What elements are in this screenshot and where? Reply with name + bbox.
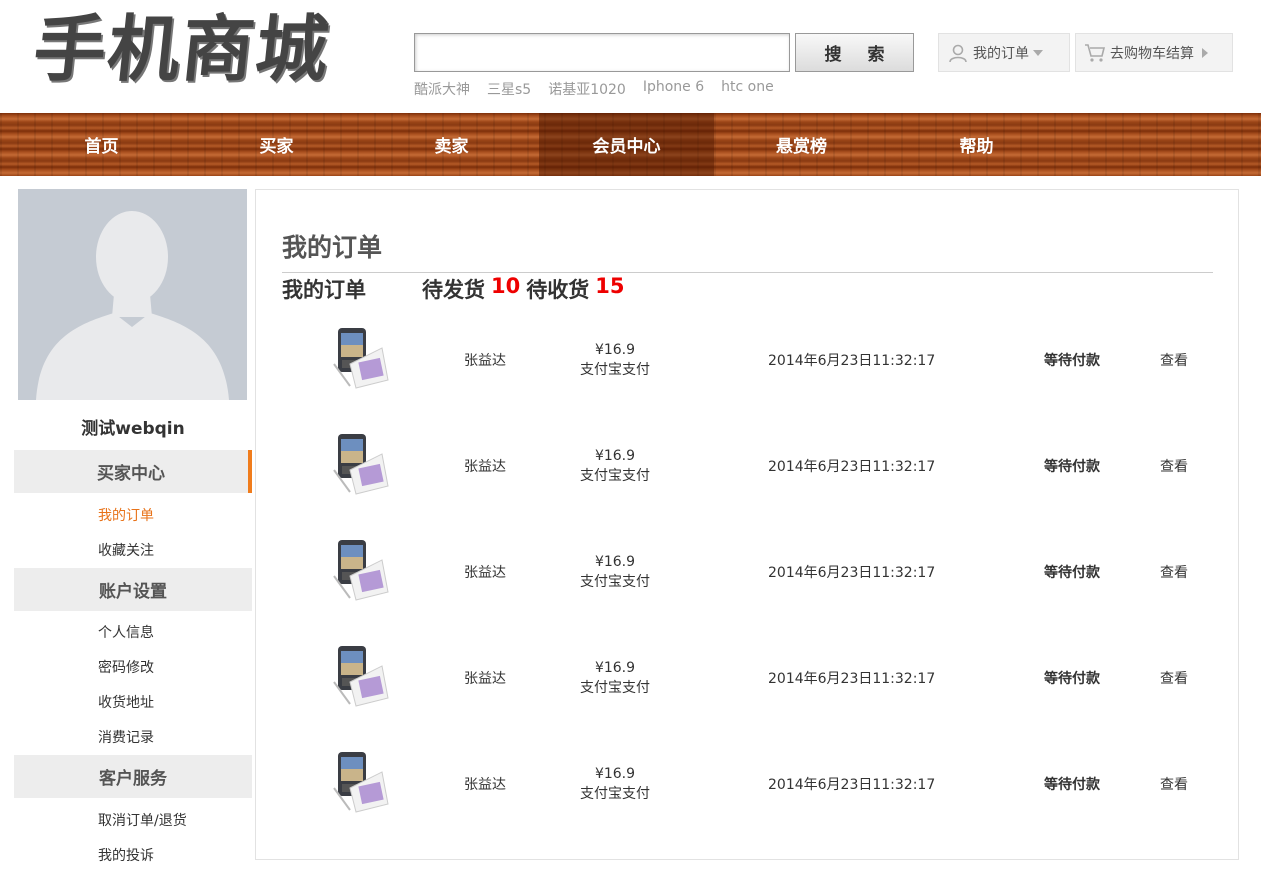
- order-row: 张益达 ¥16.9 支付宝支付 2014年6月23日11:32:17 等待付款 …: [282, 646, 1213, 726]
- view-order-link[interactable]: 查看: [1160, 774, 1188, 794]
- sidebar-section-buyer-center[interactable]: 买家中心: [14, 450, 252, 493]
- product-thumbnail[interactable]: [330, 644, 392, 708]
- nav-seller[interactable]: 卖家: [364, 113, 539, 176]
- user-icon: [947, 42, 969, 64]
- order-amount: ¥16.9: [594, 342, 636, 358]
- order-row: 张益达 ¥16.9 支付宝支付 2014年6月23日11:32:17 等待付款 …: [282, 540, 1213, 620]
- order-row: 张益达 ¥16.9 支付宝支付 2014年6月23日11:32:17 等待付款 …: [282, 434, 1213, 514]
- order-amount: ¥16.9: [594, 660, 636, 676]
- my-orders-button[interactable]: 我的订单: [938, 33, 1070, 72]
- chevron-right-icon: [1202, 47, 1208, 58]
- hot-keyword[interactable]: 诺基亚1020: [548, 79, 626, 99]
- sidebar-item-address[interactable]: 收货地址: [98, 692, 154, 712]
- order-seller: 张益达: [464, 353, 506, 369]
- sidebar-item-complaints[interactable]: 我的投诉: [98, 845, 154, 865]
- order-amount: ¥16.9: [594, 554, 636, 570]
- order-status: 等待付款: [1044, 565, 1100, 581]
- sidebar-item-profile[interactable]: 个人信息: [98, 622, 154, 642]
- order-time: 2014年6月23日11:32:17: [768, 353, 936, 369]
- checkout-cart-button[interactable]: 去购物车结算: [1075, 33, 1233, 72]
- view-order-link[interactable]: 查看: [1160, 350, 1188, 370]
- order-amount: ¥16.9: [594, 766, 636, 782]
- nav-bounty[interactable]: 悬赏榜: [714, 113, 889, 176]
- avatar[interactable]: [18, 189, 247, 400]
- order-payment-method: 支付宝支付: [580, 362, 650, 378]
- pending-receive-count[interactable]: 15: [595, 274, 624, 304]
- sidebar-item-spending[interactable]: 消费记录: [98, 727, 154, 747]
- main-nav: 首页 买家 卖家 会员中心 悬赏榜 帮助: [0, 113, 1261, 176]
- order-row: 张益达 ¥16.9 支付宝支付 2014年6月23日11:32:17 等待付款 …: [282, 752, 1213, 832]
- sidebar-section-customer-service[interactable]: 客户服务: [14, 755, 252, 798]
- product-thumbnail[interactable]: [330, 432, 392, 496]
- order-amount: ¥16.9: [594, 448, 636, 464]
- sidebar-item-my-orders[interactable]: 我的订单: [98, 505, 154, 525]
- product-thumbnail[interactable]: [330, 538, 392, 602]
- hot-keyword[interactable]: 酷派大神: [414, 79, 470, 99]
- order-time: 2014年6月23日11:32:17: [768, 459, 936, 475]
- order-price: ¥16.9 支付宝支付: [570, 658, 660, 698]
- search-button[interactable]: 搜 索: [795, 33, 914, 72]
- search-input[interactable]: [414, 33, 790, 72]
- order-status: 等待付款: [1044, 671, 1100, 687]
- view-order-link[interactable]: 查看: [1160, 456, 1188, 476]
- nav-help[interactable]: 帮助: [889, 113, 1064, 176]
- view-order-link[interactable]: 查看: [1160, 668, 1188, 688]
- hot-keywords: 酷派大神 三星s5 诺基亚1020 Iphone 6 htc one: [414, 79, 774, 99]
- order-row: 张益达 ¥16.9 支付宝支付 2014年6月23日11:32:17 等待付款 …: [282, 328, 1213, 408]
- hot-keyword[interactable]: htc one: [721, 79, 774, 99]
- divider: [282, 272, 1213, 273]
- order-seller: 张益达: [464, 459, 506, 475]
- order-price: ¥16.9 支付宝支付: [570, 446, 660, 486]
- site-logo[interactable]: 手机商城: [29, 4, 335, 94]
- username: 测试webqin: [81, 419, 185, 439]
- pending-receive-label: 待收货: [526, 278, 590, 302]
- order-price: ¥16.9 支付宝支付: [570, 340, 660, 380]
- cart-icon: [1084, 42, 1106, 64]
- nav-home[interactable]: 首页: [14, 113, 189, 176]
- cart-label: 去购物车结算: [1110, 45, 1194, 62]
- product-thumbnail[interactable]: [330, 326, 392, 390]
- order-status: 等待付款: [1044, 459, 1100, 475]
- sidebar-item-cancel-return[interactable]: 取消订单/退货: [98, 810, 187, 830]
- order-status: 等待付款: [1044, 353, 1100, 369]
- view-order-link[interactable]: 查看: [1160, 562, 1188, 582]
- chevron-down-icon: [1033, 49, 1043, 56]
- page-title: 我的订单: [282, 233, 383, 262]
- order-seller: 张益达: [464, 777, 506, 793]
- order-summary: 我的订单 待发货 10 待收货 15: [282, 274, 630, 304]
- order-payment-method: 支付宝支付: [580, 786, 650, 802]
- order-payment-method: 支付宝支付: [580, 574, 650, 590]
- summary-label: 我的订单: [282, 278, 366, 302]
- order-price: ¥16.9 支付宝支付: [570, 764, 660, 804]
- nav-buyer[interactable]: 买家: [189, 113, 364, 176]
- nav-member-center[interactable]: 会员中心: [539, 113, 714, 176]
- my-orders-label: 我的订单: [973, 45, 1029, 62]
- sidebar-section-account-settings[interactable]: 账户设置: [14, 568, 252, 611]
- product-thumbnail[interactable]: [330, 750, 392, 814]
- hot-keyword[interactable]: 三星s5: [487, 79, 531, 99]
- order-price: ¥16.9 支付宝支付: [570, 552, 660, 592]
- order-time: 2014年6月23日11:32:17: [768, 565, 936, 581]
- hot-keyword[interactable]: Iphone 6: [643, 79, 704, 99]
- sidebar-item-password[interactable]: 密码修改: [98, 657, 154, 677]
- order-payment-method: 支付宝支付: [580, 468, 650, 484]
- order-seller: 张益达: [464, 565, 506, 581]
- order-seller: 张益达: [464, 671, 506, 687]
- order-status: 等待付款: [1044, 777, 1100, 793]
- sidebar-item-favorites[interactable]: 收藏关注: [98, 540, 154, 560]
- order-payment-method: 支付宝支付: [580, 680, 650, 696]
- pending-ship-label: 待发货: [422, 278, 485, 302]
- order-time: 2014年6月23日11:32:17: [768, 671, 936, 687]
- order-time: 2014年6月23日11:32:17: [768, 777, 936, 793]
- pending-ship-count[interactable]: 10: [491, 274, 520, 304]
